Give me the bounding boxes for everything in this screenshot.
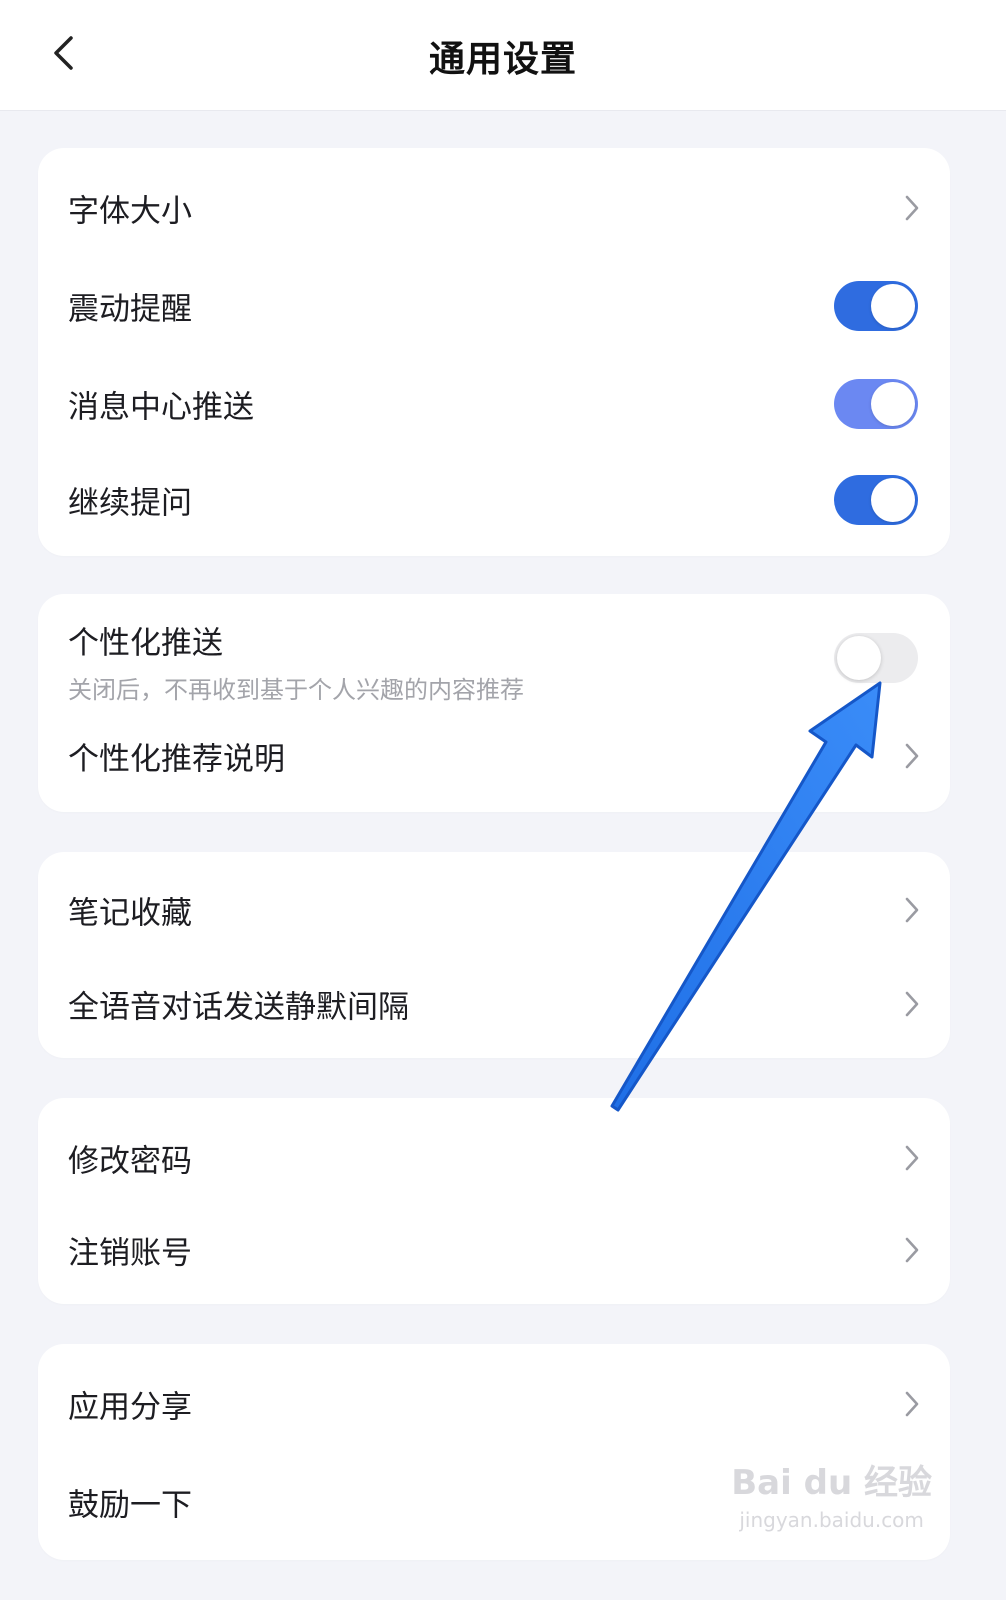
settings-row-continue-ask: 继续提问 [38, 454, 950, 546]
watermark: Bai du 经验 jingyan.baidu.com [731, 1455, 932, 1532]
chevron-right-icon [905, 991, 919, 1017]
settings-row-voice-silence[interactable]: 全语音对话发送静默间隔 [38, 958, 950, 1050]
personalized-push-toggle[interactable] [834, 633, 918, 683]
toggle-knob [871, 284, 915, 328]
vibration-toggle[interactable] [834, 281, 918, 331]
chevron-right-icon [905, 897, 919, 923]
chevron-right-icon [905, 1237, 919, 1263]
settings-row-note-favorites[interactable]: 笔记收藏 [38, 864, 950, 956]
row-label: 全语音对话发送静默间隔 [68, 989, 409, 1026]
chevron-right-icon [905, 743, 919, 769]
settings-row-font-size[interactable]: 字体大小 [38, 162, 950, 254]
row-label: 消息中心推送 [68, 389, 254, 426]
settings-card-account: 修改密码 注销账号 [38, 1098, 950, 1304]
top-bar: 通用设置 [0, 0, 1006, 111]
toggle-knob [871, 478, 915, 522]
settings-row-vibration: 震动提醒 [38, 260, 950, 352]
settings-card-personalization: 个性化推送 关闭后，不再收到基于个人兴趣的内容推荐 个性化推荐说明 [38, 594, 950, 812]
page-title: 通用设置 [428, 39, 577, 80]
watermark-brand: Bai du 经验 [731, 1463, 932, 1503]
row-label: 鼓励一下 [68, 1487, 192, 1524]
row-label: 震动提醒 [68, 291, 192, 328]
settings-row-message-push: 消息中心推送 [38, 358, 950, 450]
settings-row-personalized-push: 个性化推送 关闭后，不再收到基于个人兴趣的内容推荐 [38, 606, 950, 710]
settings-row-delete-account[interactable]: 注销账号 [38, 1204, 950, 1296]
chevron-right-icon [905, 195, 919, 221]
watermark-url: jingyan.baidu.com [739, 1508, 924, 1532]
continue-ask-toggle[interactable] [834, 475, 918, 525]
message-push-toggle[interactable] [834, 379, 918, 429]
toggle-knob [837, 636, 881, 680]
row-description: 关闭后，不再收到基于个人兴趣的内容推荐 [68, 676, 524, 704]
row-label: 笔记收藏 [68, 895, 192, 932]
row-label: 注销账号 [68, 1235, 192, 1272]
toggle-knob [871, 382, 915, 426]
settings-row-change-password[interactable]: 修改密码 [38, 1112, 950, 1204]
row-label: 应用分享 [68, 1389, 192, 1426]
row-label: 个性化推送 [68, 625, 223, 662]
chevron-right-icon [905, 1145, 919, 1171]
settings-card-general: 字体大小 震动提醒 消息中心推送 继续提问 [38, 148, 950, 556]
row-label: 修改密码 [68, 1143, 192, 1180]
row-label: 继续提问 [68, 485, 192, 522]
settings-row-share-app[interactable]: 应用分享 [38, 1358, 950, 1450]
chevron-right-icon [905, 1391, 919, 1417]
settings-row-personalized-explain[interactable]: 个性化推荐说明 [38, 710, 950, 802]
row-label: 个性化推荐说明 [68, 741, 285, 778]
row-label: 字体大小 [68, 193, 192, 230]
settings-card-notes-voice: 笔记收藏 全语音对话发送静默间隔 [38, 852, 950, 1058]
